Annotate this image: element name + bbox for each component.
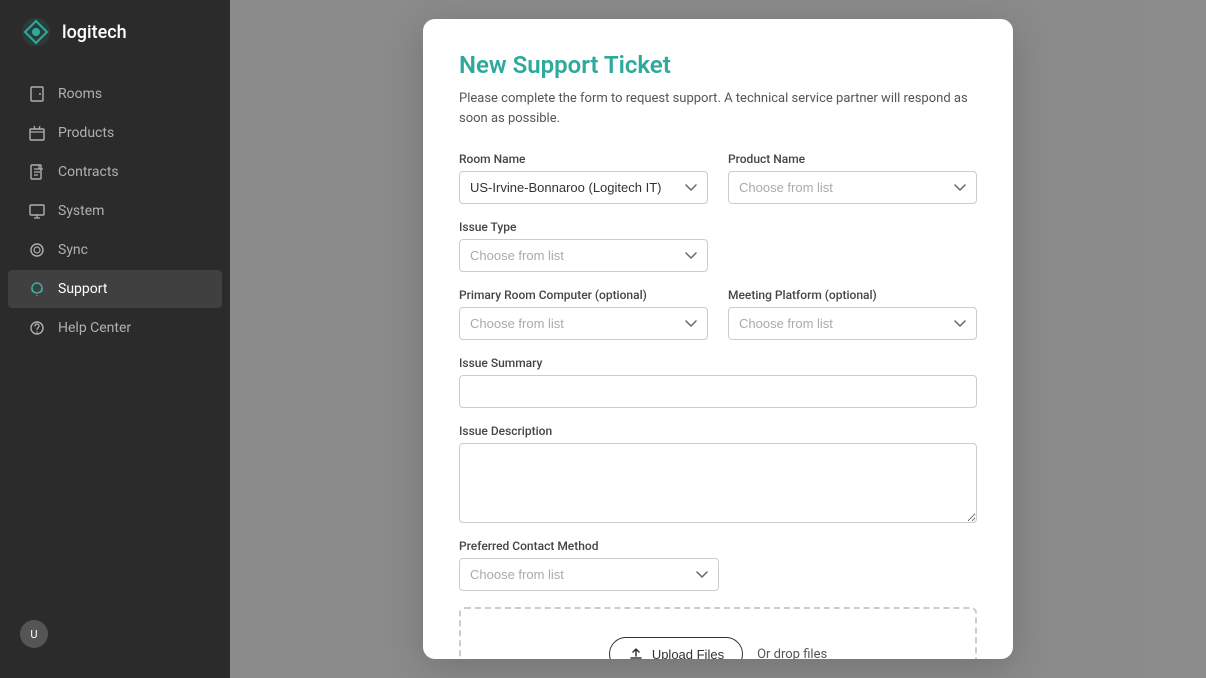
sidebar-item-help[interactable]: Help Center — [8, 309, 222, 347]
issue-description-label: Issue Description — [459, 424, 977, 438]
sidebar: logitech Rooms Products — [0, 0, 230, 678]
support-ticket-modal: New Support Ticket Please complete the f… — [423, 19, 1013, 659]
product-name-label: Product Name — [728, 152, 977, 166]
sidebar-nav: Rooms Products Contracts — [0, 64, 230, 600]
logo: logitech — [0, 0, 230, 64]
issue-summary-group: Issue Summary — [459, 356, 977, 408]
sidebar-item-system[interactable]: System — [8, 192, 222, 230]
issue-type-spacer — [728, 220, 977, 272]
door-icon — [28, 85, 46, 103]
sidebar-item-contracts[interactable]: Contracts — [8, 153, 222, 191]
main-content: New Support Ticket Please complete the f… — [230, 0, 1206, 678]
sync-icon — [28, 241, 46, 259]
logo-text: logitech — [62, 22, 127, 43]
issue-summary-input[interactable] — [459, 375, 977, 408]
primary-computer-label: Primary Room Computer (optional) — [459, 288, 708, 302]
sidebar-item-label: System — [58, 203, 104, 219]
contact-method-label: Preferred Contact Method — [459, 539, 719, 553]
sidebar-bottom: U — [0, 600, 230, 678]
sidebar-item-label: Support — [58, 281, 107, 297]
upload-files-button[interactable]: Upload Files — [609, 637, 743, 659]
form-row-1: Room Name US-Irvine-Bonnaroo (Logitech I… — [459, 152, 977, 204]
primary-computer-group: Primary Room Computer (optional) Choose … — [459, 288, 708, 340]
upload-area: Upload Files Or drop files — [459, 607, 977, 659]
meeting-platform-group: Meeting Platform (optional) Choose from … — [728, 288, 977, 340]
box-icon — [28, 124, 46, 142]
room-name-group: Room Name US-Irvine-Bonnaroo (Logitech I… — [459, 152, 708, 204]
modal-subtitle: Please complete the form to request supp… — [459, 89, 977, 128]
form-row-2: Issue Type Choose from list — [459, 220, 977, 272]
contact-method-group: Preferred Contact Method Choose from lis… — [459, 539, 719, 591]
sidebar-item-label: Contracts — [58, 164, 119, 180]
issue-description-group: Issue Description — [459, 424, 977, 523]
modal-title: New Support Ticket — [459, 51, 977, 79]
sidebar-item-label: Sync — [58, 242, 88, 258]
file-icon — [28, 163, 46, 181]
contact-method-select[interactable]: Choose from list — [459, 558, 719, 591]
upload-button-label: Upload Files — [652, 647, 724, 660]
headset-icon — [28, 280, 46, 298]
user-avatar-area: U — [0, 610, 230, 658]
sidebar-item-label: Help Center — [58, 320, 131, 336]
sidebar-item-label: Products — [58, 125, 114, 141]
logitech-logo-icon — [20, 16, 52, 48]
primary-computer-select[interactable]: Choose from list — [459, 307, 708, 340]
issue-type-group: Issue Type Choose from list — [459, 220, 708, 272]
upload-or-text: Or drop files — [757, 647, 827, 660]
avatar: U — [20, 620, 48, 648]
monitor-icon — [28, 202, 46, 220]
product-name-group: Product Name Choose from list — [728, 152, 977, 204]
sidebar-item-sync[interactable]: Sync — [8, 231, 222, 269]
room-name-select[interactable]: US-Irvine-Bonnaroo (Logitech IT) — [459, 171, 708, 204]
issue-type-label: Issue Type — [459, 220, 708, 234]
sidebar-item-products[interactable]: Products — [8, 114, 222, 152]
meeting-platform-select[interactable]: Choose from list — [728, 307, 977, 340]
sidebar-item-rooms[interactable]: Rooms — [8, 75, 222, 113]
help-icon — [28, 319, 46, 337]
modal-overlay: New Support Ticket Please complete the f… — [230, 0, 1206, 678]
form-row-3: Primary Room Computer (optional) Choose … — [459, 288, 977, 340]
issue-description-textarea[interactable] — [459, 443, 977, 523]
sidebar-item-support[interactable]: Support — [8, 270, 222, 308]
issue-type-select[interactable]: Choose from list — [459, 239, 708, 272]
meeting-platform-label: Meeting Platform (optional) — [728, 288, 977, 302]
upload-icon — [628, 646, 644, 659]
sidebar-item-label: Rooms — [58, 86, 102, 102]
room-name-label: Room Name — [459, 152, 708, 166]
issue-summary-label: Issue Summary — [459, 356, 977, 370]
product-name-select[interactable]: Choose from list — [728, 171, 977, 204]
